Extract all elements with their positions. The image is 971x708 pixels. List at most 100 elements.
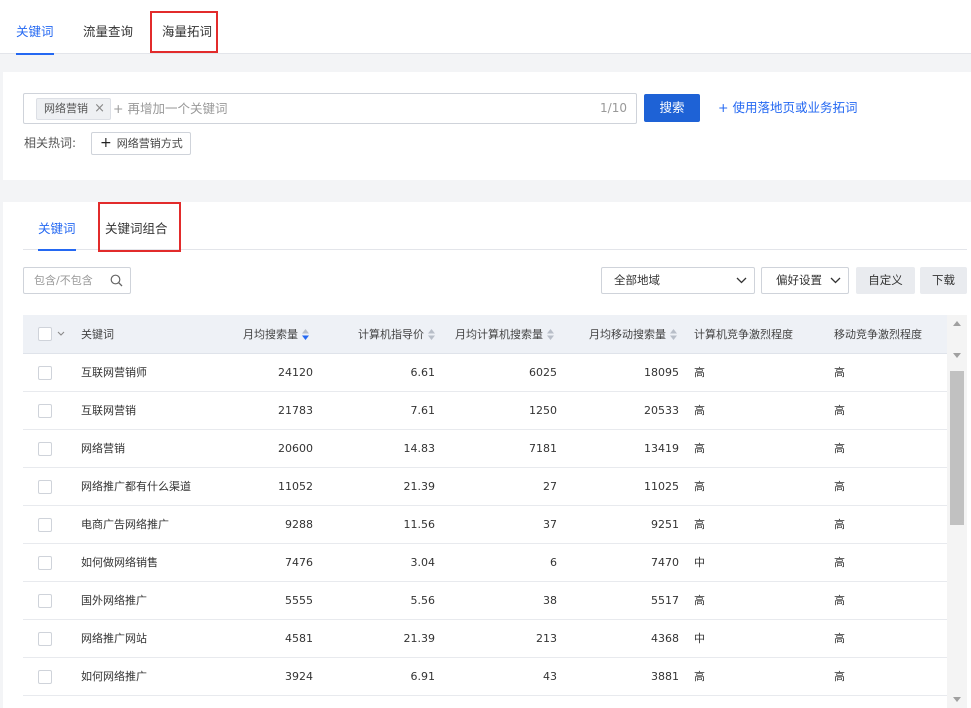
cell-monthly-mobile-search: 18095 xyxy=(644,366,679,379)
row-checkbox[interactable] xyxy=(38,442,52,456)
scroll-down-icon[interactable] xyxy=(947,692,967,708)
table-row[interactable]: 电商广告网络推广 9288 11.56 37 9251 高 高 xyxy=(23,506,947,544)
download-button[interactable]: 下载 xyxy=(920,267,967,294)
related-hot-words-label: 相关热词: xyxy=(24,136,77,150)
row-checkbox[interactable] xyxy=(38,366,52,380)
cell-monthly-pc-search: 27 xyxy=(543,480,557,493)
table-row[interactable]: 网络营销 20600 14.83 7181 13419 高 高 xyxy=(23,430,947,468)
cell-pc-price: 6.61 xyxy=(410,366,436,379)
cell-mobile-competition: 高 xyxy=(834,442,845,455)
cell-monthly-pc-search: 38 xyxy=(543,594,557,607)
header-monthly-search-label: 月均搜索量 xyxy=(243,328,298,341)
header-pc-competition: 计算机竞争激烈程度 xyxy=(694,328,793,341)
tab-mass-expand[interactable]: 海量拓词 xyxy=(162,0,212,54)
scrollbar-thumb[interactable] xyxy=(950,371,964,525)
cell-monthly-mobile-search: 9251 xyxy=(651,518,679,531)
scroll-up-icon[interactable] xyxy=(947,315,967,332)
landing-page-expand-link[interactable]: + 使用落地页或业务拓词 xyxy=(718,94,857,122)
tab-traffic-query[interactable]: 流量查询 xyxy=(83,0,133,54)
cell-monthly-search: 24120 xyxy=(278,366,313,379)
cell-pc-price: 3.04 xyxy=(410,556,436,569)
cell-pc-competition: 高 xyxy=(694,366,705,379)
cell-pc-price: 5.56 xyxy=(410,594,436,607)
table-row[interactable]: 网络推广都有什么渠道 11052 21.39 27 11025 高 高 xyxy=(23,468,947,506)
sort-icon[interactable] xyxy=(428,328,435,340)
cell-keyword: 网络推广都有什么渠道 xyxy=(81,480,191,493)
table-row[interactable]: 如何网络推广 3924 6.91 43 3881 高 高 xyxy=(23,658,947,696)
search-panel: 网络营销 × + 再增加一个关键词 1/10 搜索 + 使用落地页或业务拓词 相… xyxy=(3,72,971,180)
sub-tab-bar: 关键词 关键词组合 xyxy=(23,202,967,251)
cell-monthly-search: 7476 xyxy=(285,556,313,569)
row-checkbox[interactable] xyxy=(38,632,52,646)
sort-desc-icon[interactable] xyxy=(302,328,309,340)
header-pc-price[interactable]: 计算机指导价 xyxy=(333,315,435,354)
tab-keywords[interactable]: 关键词 xyxy=(16,0,54,55)
table-header: 关键词 月均搜索量 计算机指导价 月均计算机搜索量 月均移动搜索量 计算机竞争激… xyxy=(23,315,947,354)
hot-word-chip[interactable]: + 网络营销方式 xyxy=(91,132,191,155)
sort-icon[interactable] xyxy=(670,328,677,340)
cell-pc-competition: 中 xyxy=(694,556,705,569)
plus-icon: + xyxy=(100,135,112,151)
remove-tag-icon[interactable]: × xyxy=(94,99,105,119)
subtab-keyword-combination[interactable]: 关键词组合 xyxy=(105,202,168,250)
preference-select-value: 偏好设置 xyxy=(776,273,822,287)
scroll-down-icon[interactable] xyxy=(947,347,967,364)
row-checkbox[interactable] xyxy=(38,404,52,418)
row-checkbox[interactable] xyxy=(38,556,52,570)
cell-keyword: 互联网营销师 xyxy=(81,366,147,379)
vertical-scrollbar[interactable] xyxy=(947,315,967,708)
cell-monthly-search: 4581 xyxy=(285,632,313,645)
customize-button[interactable]: 自定义 xyxy=(856,267,915,294)
cell-pc-price: 7.61 xyxy=(410,404,436,417)
cell-mobile-competition: 高 xyxy=(834,518,845,531)
cell-mobile-competition: 高 xyxy=(834,632,845,645)
chevron-down-icon[interactable] xyxy=(57,331,65,337)
cell-keyword: 互联网营销 xyxy=(81,404,136,417)
sort-icon[interactable] xyxy=(547,328,554,340)
cell-keyword: 网络推广网站 xyxy=(81,632,147,645)
filter-input[interactable] xyxy=(24,268,104,293)
cell-monthly-pc-search: 37 xyxy=(543,518,557,531)
cell-pc-competition: 中 xyxy=(694,632,705,645)
select-all-checkbox[interactable] xyxy=(38,327,52,341)
cell-monthly-pc-search: 7181 xyxy=(529,442,557,455)
table-row[interactable]: 如何做网络销售 7476 3.04 6 7470 中 高 xyxy=(23,544,947,582)
include-exclude-filter[interactable] xyxy=(23,267,131,294)
row-checkbox[interactable] xyxy=(38,480,52,494)
cell-mobile-competition: 高 xyxy=(834,480,845,493)
header-mobile-competition: 移动竞争激烈程度 xyxy=(834,328,922,341)
keyword-input[interactable]: 网络营销 × + 再增加一个关键词 1/10 xyxy=(23,93,637,124)
header-monthly-mobile-search[interactable]: 月均移动搜索量 xyxy=(563,315,677,354)
search-button[interactable]: 搜索 xyxy=(644,94,700,122)
row-checkbox[interactable] xyxy=(38,594,52,608)
row-checkbox[interactable] xyxy=(38,670,52,684)
header-keyword: 关键词 xyxy=(81,328,114,341)
search-icon[interactable] xyxy=(110,274,123,287)
subtab-keywords[interactable]: 关键词 xyxy=(38,202,76,251)
cell-pc-price: 14.83 xyxy=(403,442,436,455)
preference-select[interactable]: 偏好设置 xyxy=(761,267,849,294)
header-monthly-search[interactable]: 月均搜索量 xyxy=(213,315,309,354)
row-checkbox[interactable] xyxy=(38,518,52,532)
cell-monthly-mobile-search: 4368 xyxy=(651,632,679,645)
table-row[interactable]: 互联网营销师 24120 6.61 6025 18095 高 高 xyxy=(23,354,947,392)
add-keyword-placeholder[interactable]: + 再增加一个关键词 xyxy=(113,94,227,123)
cell-mobile-competition: 高 xyxy=(834,594,845,607)
cell-mobile-competition: 高 xyxy=(834,670,845,683)
chevron-down-icon xyxy=(830,277,841,284)
table-row[interactable]: 互联网营销 21783 7.61 1250 20533 高 高 xyxy=(23,392,947,430)
cell-monthly-mobile-search: 20533 xyxy=(644,404,679,417)
cell-pc-competition: 高 xyxy=(694,518,705,531)
header-monthly-pc-search[interactable]: 月均计算机搜索量 xyxy=(443,315,554,354)
region-select[interactable]: 全部地域 xyxy=(601,267,755,294)
table-row[interactable]: 网络推广网站 4581 21.39 213 4368 中 高 xyxy=(23,620,947,658)
keyword-counter: 1/10 xyxy=(600,101,627,115)
table-row[interactable]: 国外网络推广 5555 5.56 38 5517 高 高 xyxy=(23,582,947,620)
keyword-tag: 网络营销 × xyxy=(36,98,111,120)
header-pc-price-label: 计算机指导价 xyxy=(358,328,424,341)
cell-monthly-pc-search: 6025 xyxy=(529,366,557,379)
cell-keyword: 网络营销 xyxy=(81,442,125,455)
cell-monthly-mobile-search: 3881 xyxy=(651,670,679,683)
results-panel: 关键词 关键词组合 全部地域 偏好设置 自定义 下载 关键词 月均搜索量 计算机… xyxy=(3,202,971,708)
cell-monthly-search: 3924 xyxy=(285,670,313,683)
